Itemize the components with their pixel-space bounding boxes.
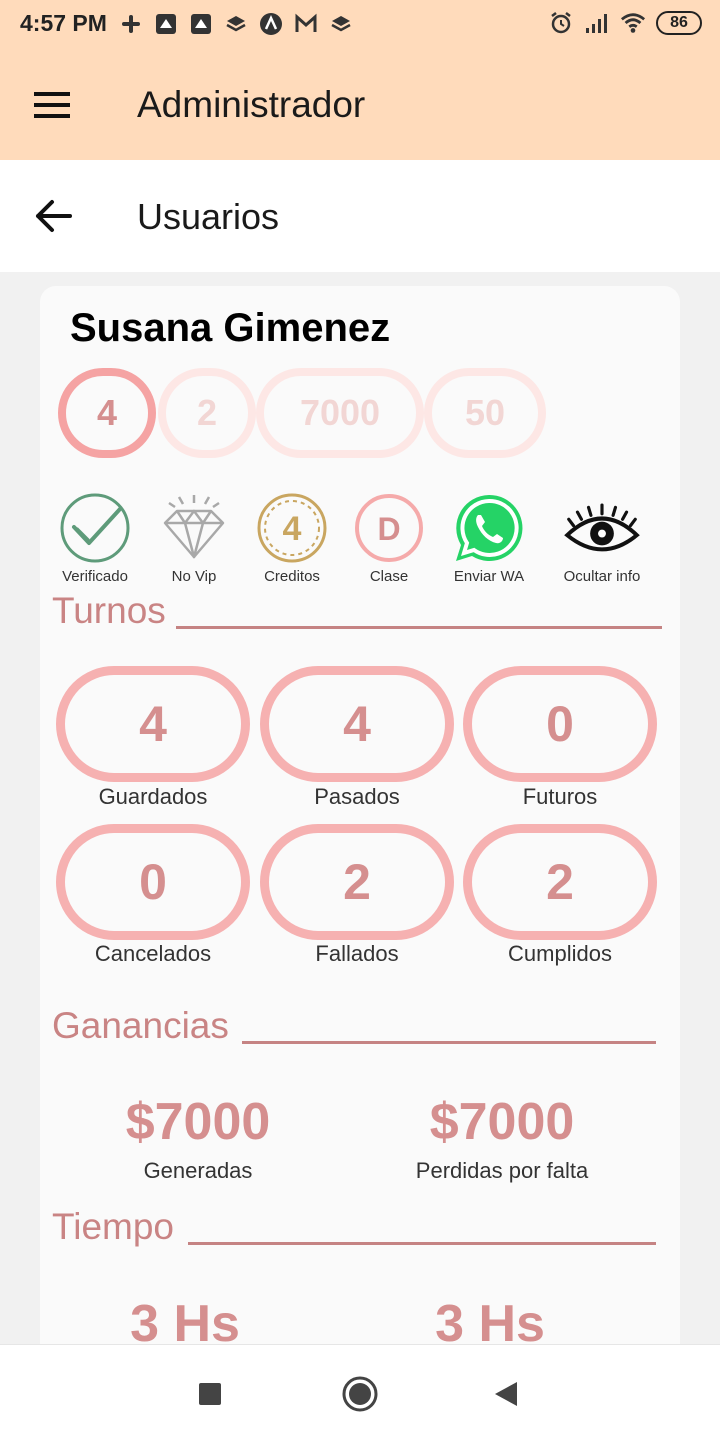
whatsapp-icon — [451, 490, 527, 566]
credits-value: 4 — [283, 510, 302, 548]
pill-selected[interactable]: 4 — [58, 368, 156, 458]
signal-icon — [584, 10, 610, 36]
hide-info-item[interactable]: Ocultar info — [554, 490, 650, 585]
turno-fallados-count[interactable]: 2 — [260, 824, 454, 940]
app-notification-icon — [153, 11, 179, 37]
layers-icon — [328, 11, 354, 37]
credits-label: Creditos — [264, 568, 320, 585]
vip-label: No Vip — [171, 568, 217, 585]
menu-icon[interactable] — [34, 92, 70, 118]
turno-cumplidos-label: Cumplidos — [508, 941, 612, 966]
class-label: Clase — [369, 568, 409, 585]
gmail-icon — [293, 11, 319, 37]
pill-option[interactable]: 2 — [158, 368, 256, 458]
pill-option[interactable]: 50 — [424, 368, 546, 458]
divider — [176, 626, 662, 629]
divider — [188, 1242, 656, 1245]
turno-futuros-count[interactable]: 0 — [463, 666, 657, 782]
turno-guardados-count[interactable]: 4 — [56, 666, 250, 782]
ganancias-generadas-value: $7000 — [125, 1093, 271, 1151]
check-circle-icon — [57, 490, 133, 566]
hide-info-label: Ocultar info — [563, 568, 641, 585]
turno-pasados-label: Pasados — [314, 784, 400, 809]
whatsapp-label: Enviar WA — [453, 568, 525, 585]
turno-pasados-count[interactable]: 4 — [260, 666, 454, 782]
turno-guardados-label: Guardados — [98, 784, 208, 809]
home-circle-icon[interactable] — [340, 1374, 380, 1414]
tiempo-title: Tiempo — [52, 1206, 175, 1247]
turnos-title: Turnos — [52, 590, 166, 631]
back-triangle-icon[interactable] — [486, 1374, 526, 1414]
credits-coin-icon: 4 — [254, 490, 330, 566]
turno-cancelados-count[interactable]: 0 — [56, 824, 250, 940]
app-notification-icon — [188, 11, 214, 37]
credits-item[interactable]: 4 Creditos — [244, 490, 340, 585]
verified-label: Verificado — [62, 568, 128, 585]
ganancias-title: Ganancias — [52, 1005, 229, 1046]
class-value: D — [377, 511, 400, 547]
turno-cancelados-label: Cancelados — [94, 941, 212, 966]
ganancias-generadas-label: Generadas — [143, 1158, 253, 1183]
diamond-icon — [156, 490, 232, 566]
whatsapp-item[interactable]: Enviar WA — [441, 490, 537, 585]
ganancias-perdidas-value: $7000 — [429, 1093, 575, 1151]
divider — [242, 1041, 656, 1044]
alarm-icon — [548, 10, 574, 36]
page-title: Usuarios — [137, 196, 280, 237]
page-header — [0, 160, 720, 272]
tiempo-value: 3 Hs — [130, 1295, 240, 1344]
back-arrow-icon[interactable] — [34, 196, 72, 236]
status-bar: 4:57 PM 86 — [0, 0, 720, 50]
class-item[interactable]: D Clase — [341, 490, 437, 585]
turno-fallados-label: Fallados — [315, 941, 399, 966]
wifi-icon — [620, 10, 646, 36]
battery-indicator: 86 — [656, 11, 702, 35]
notification-icons — [118, 11, 354, 37]
turno-cumplidos-count[interactable]: 2 — [463, 824, 657, 940]
eye-icon — [564, 490, 640, 566]
vip-item[interactable]: No Vip — [146, 490, 242, 585]
user-name: Susana Gimenez — [70, 306, 391, 350]
turno-futuros-label: Futuros — [522, 784, 598, 809]
app-logo-icon — [258, 11, 284, 37]
status-time: 4:57 PM — [20, 10, 107, 36]
slack-icon — [118, 11, 144, 37]
app-title: Administrador — [137, 84, 366, 125]
verified-item[interactable]: Verificado — [47, 490, 143, 585]
system-icons: 86 — [548, 10, 702, 36]
ganancias-perdidas-label: Perdidas por falta — [415, 1158, 589, 1183]
tiempo-value: 3 Hs — [435, 1295, 545, 1344]
layers-icon — [223, 11, 249, 37]
recents-square-icon[interactable] — [190, 1374, 230, 1414]
pill-option[interactable]: 7000 — [256, 368, 424, 458]
class-badge-icon: D — [351, 490, 427, 566]
